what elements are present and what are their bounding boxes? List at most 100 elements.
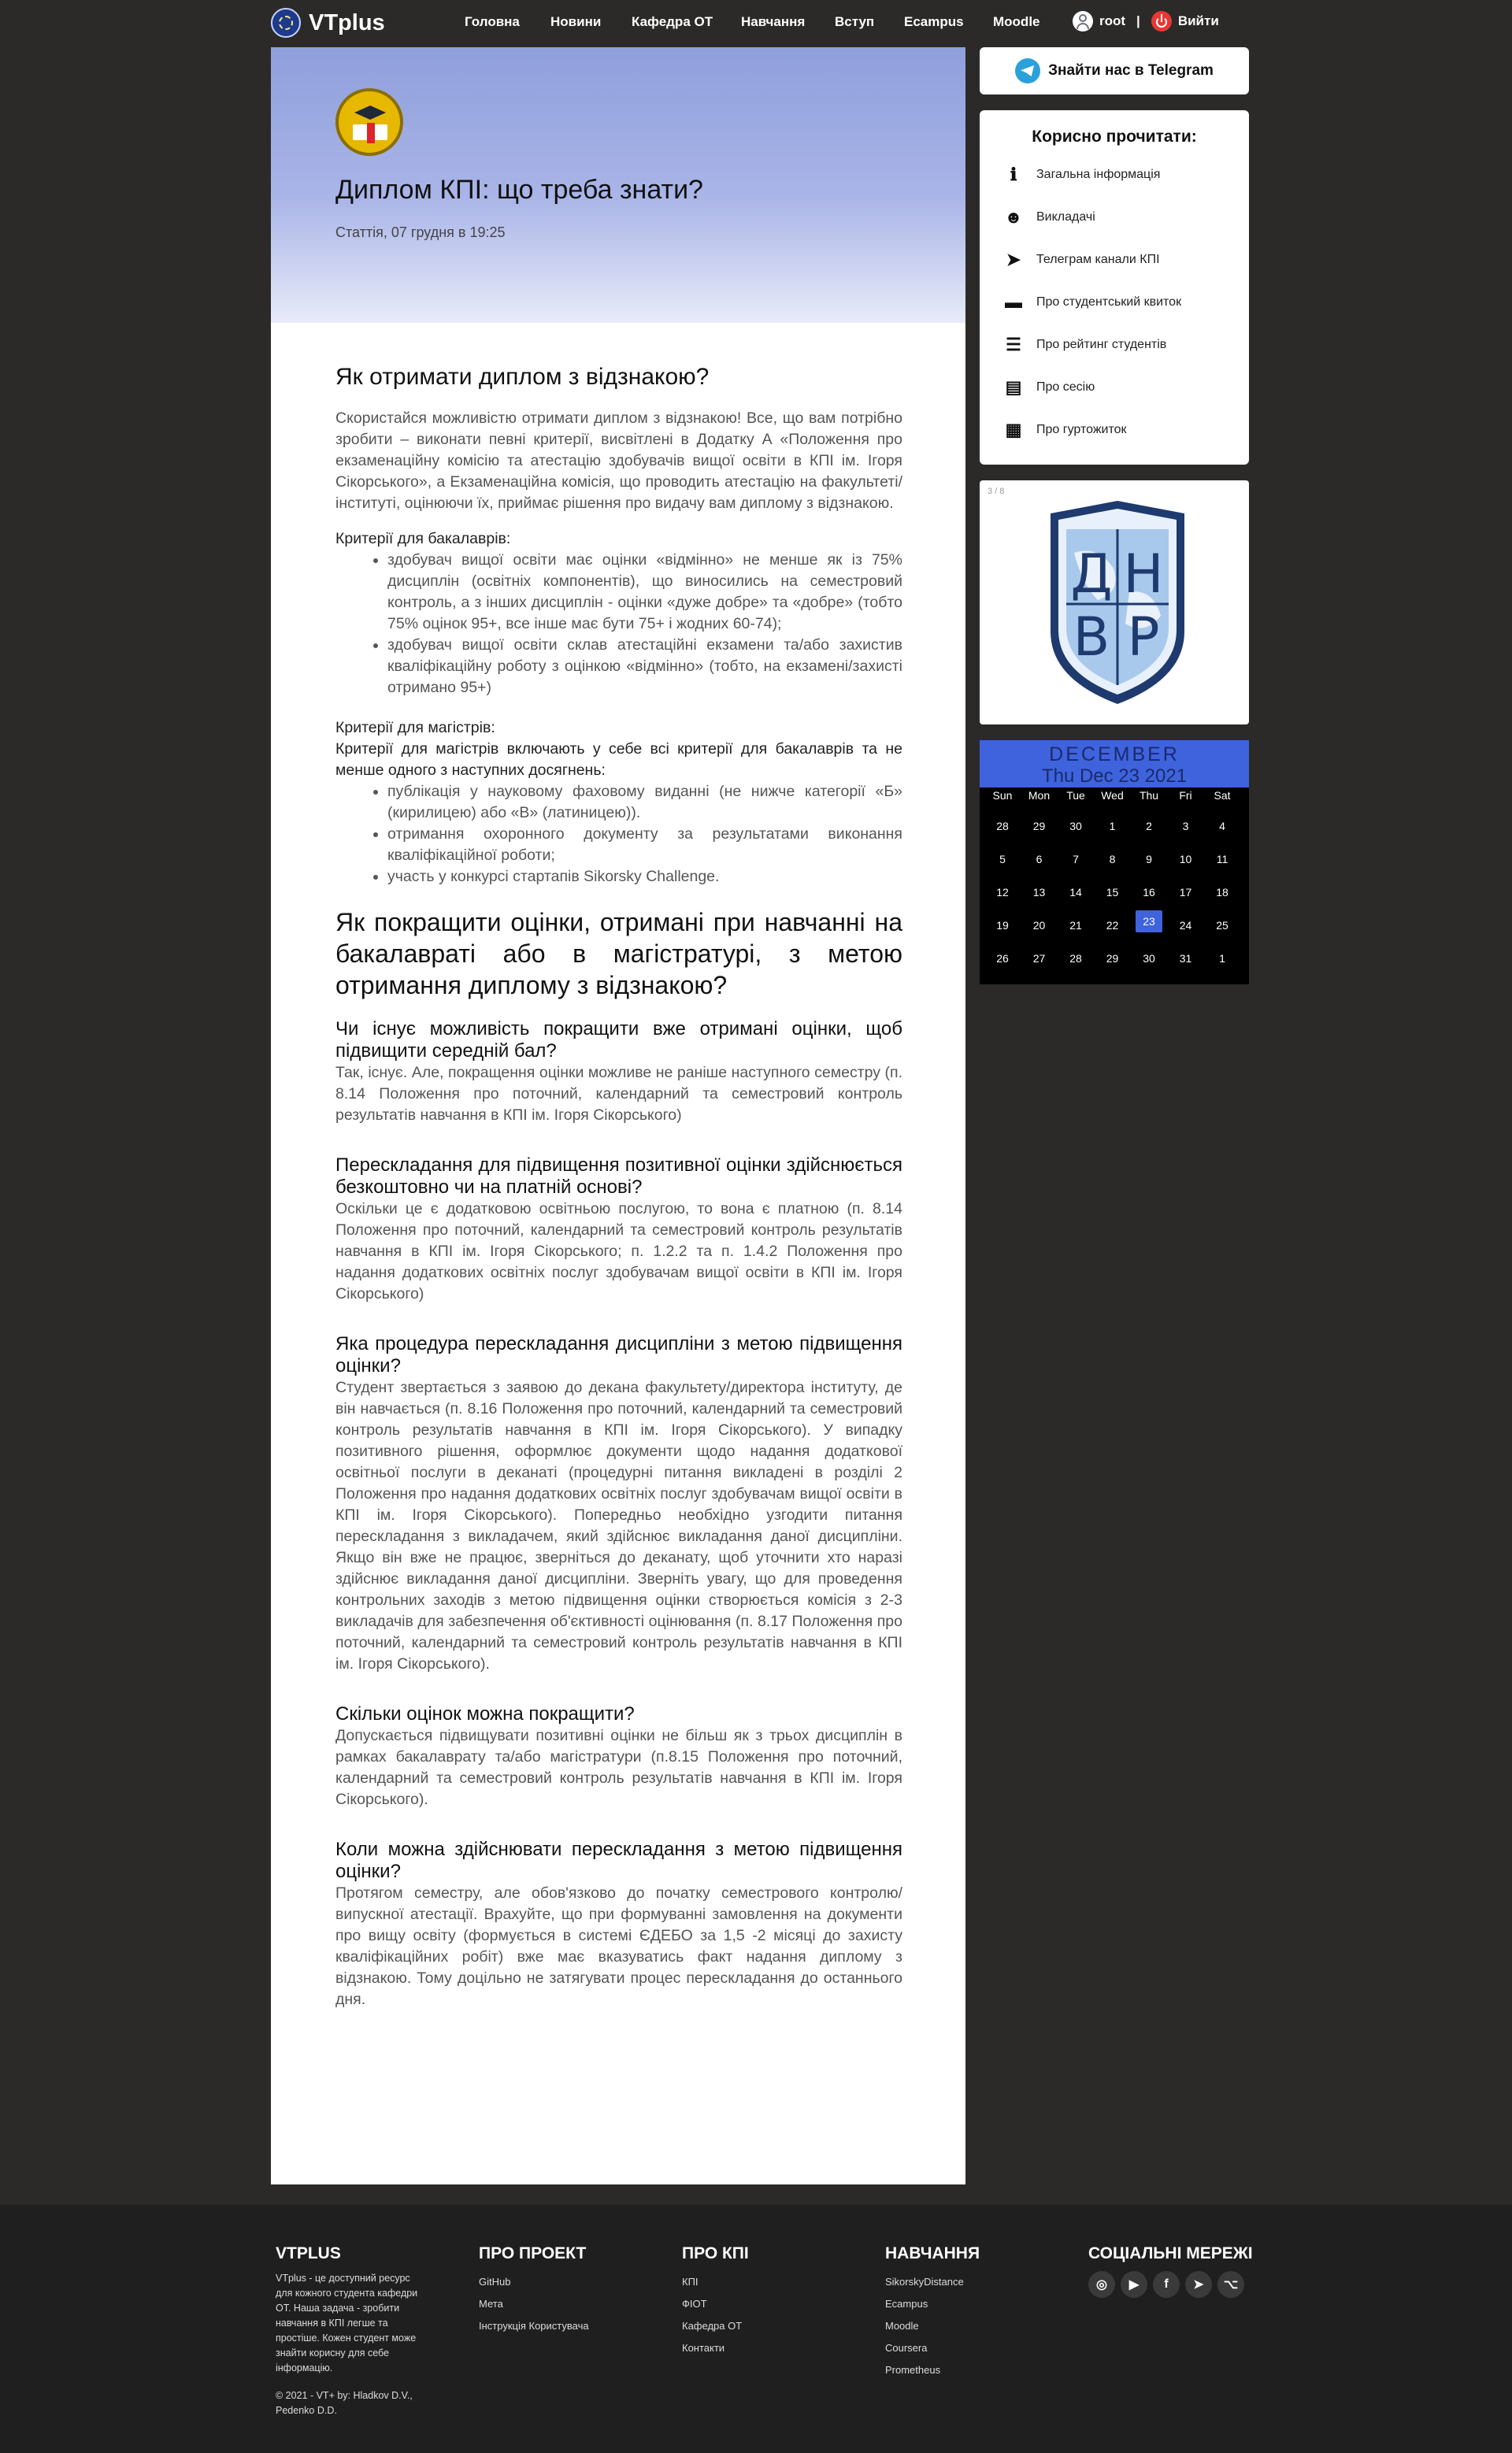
calendar-day[interactable]: 8 xyxy=(1098,849,1128,869)
calendar-day[interactable]: 7 xyxy=(1061,849,1091,869)
footer-link-github[interactable]: GitHub xyxy=(479,2271,636,2293)
footer-link-coursera[interactable]: Coursera xyxy=(885,2337,1043,2359)
calendar-day[interactable]: 4 xyxy=(1207,816,1237,836)
calendar-day[interactable]: 3 xyxy=(1171,816,1201,836)
calendar-day[interactable]: 27 xyxy=(1025,948,1054,969)
calendar-day[interactable]: 16 xyxy=(1134,882,1164,902)
nav-link-study[interactable]: Навчання xyxy=(741,14,805,30)
calendar-day[interactable]: 24 xyxy=(1171,915,1201,936)
nav-link-home[interactable]: Головна xyxy=(465,14,520,30)
calendar-day-today[interactable]: 23 xyxy=(1136,910,1162,932)
telegram-icon[interactable]: ➤ xyxy=(1185,2271,1212,2298)
calendar-day[interactable]: 30 xyxy=(1061,816,1091,836)
footer-link-ecampus[interactable]: Ecampus xyxy=(885,2293,1043,2315)
calendar-day[interactable]: 9 xyxy=(1134,849,1164,869)
calendar-day[interactable]: 6 xyxy=(1025,849,1054,869)
footer-link-manual[interactable]: Інструкція Користувача xyxy=(479,2315,636,2337)
emblem-letter: Д xyxy=(1070,543,1112,606)
image-slider[interactable]: 3 / 8 Д Н В Р xyxy=(980,480,1249,724)
youtube-icon[interactable]: ▶ xyxy=(1121,2271,1147,2298)
calendar-day[interactable]: 29 xyxy=(1098,948,1128,969)
nav-link-department[interactable]: Кафедра ОТ xyxy=(632,14,713,30)
calendar-day[interactable]: 20 xyxy=(1025,915,1054,936)
calendar-day[interactable]: 1 xyxy=(1098,816,1128,836)
calendar-day[interactable]: 25 xyxy=(1207,915,1237,936)
calendar-weekday: Tue xyxy=(1066,789,1085,802)
footer-link-kpi[interactable]: КПІ xyxy=(682,2271,839,2293)
calendar-day[interactable]: 11 xyxy=(1207,849,1237,869)
logout-link[interactable]: Вийти xyxy=(1178,13,1219,29)
instagram-icon[interactable]: ◎ xyxy=(1088,2271,1115,2298)
user-icon[interactable] xyxy=(1073,11,1093,31)
calendar-day[interactable]: 26 xyxy=(988,948,1017,969)
nav-link-news[interactable]: Новини xyxy=(550,14,601,30)
calendar-day[interactable]: 5 xyxy=(988,849,1017,869)
read-item-dormitory[interactable]: ▦ Про гуртожиток xyxy=(1003,420,1127,439)
list-item: отримання охоронного документу за резуль… xyxy=(387,824,902,866)
faq-item: Яка процедура перескладання дисципліни з… xyxy=(335,1333,902,1675)
power-icon[interactable] xyxy=(1151,11,1172,31)
master-criteria-title: Критерії для магістрів: xyxy=(335,719,495,736)
footer-link-department[interactable]: Кафедра ОТ xyxy=(682,2315,839,2337)
read-item-general[interactable]: ℹ Загальна інформація xyxy=(1003,165,1161,184)
footer-link-fiot[interactable]: ФІОТ xyxy=(682,2293,839,2315)
article-card: Диплом КПІ: що треба знати? Статтія, 07 … xyxy=(271,47,965,2184)
article-body: Як отримати диплом з відзнакою? Скориста… xyxy=(335,362,902,2039)
calendar-day[interactable]: 31 xyxy=(1171,948,1201,969)
footer-link-goal[interactable]: Мета xyxy=(479,2293,636,2315)
faq-item: Чи існує можливість покращити вже отрима… xyxy=(335,1018,902,1126)
brand-name[interactable]: VTplus xyxy=(309,10,385,36)
calendar-day[interactable]: 28 xyxy=(988,816,1017,836)
emblem-letter: Р xyxy=(1127,606,1159,669)
nav-link-moodle[interactable]: Moodle xyxy=(993,14,1040,30)
telegram-button-label: Знайти нас в Telegram xyxy=(1048,62,1214,79)
footer-link-moodle[interactable]: Moodle xyxy=(885,2315,1043,2337)
calendar-day[interactable]: 14 xyxy=(1061,882,1091,902)
read-item-rating[interactable]: ☰ Про рейтинг студентів xyxy=(1003,335,1166,354)
nav-link-admission[interactable]: Вступ xyxy=(835,14,874,30)
footer-study: НАВЧАННЯ SikorskyDistance Ecampus Moodle… xyxy=(885,2244,1043,2381)
user-menu: root | Вийти xyxy=(1073,11,1219,31)
nav-separator: | xyxy=(1136,13,1140,28)
calendar-day[interactable]: 10 xyxy=(1171,849,1201,869)
calendar-day[interactable]: 17 xyxy=(1171,882,1201,902)
read-item-teachers[interactable]: ☻ Викладачі xyxy=(1003,207,1095,227)
calendar-day[interactable]: 2 xyxy=(1134,816,1164,836)
footer-link-contacts[interactable]: Контакти xyxy=(682,2337,839,2359)
calendar-day[interactable]: 22 xyxy=(1098,915,1128,936)
nav-link-ecampus[interactable]: Ecampus xyxy=(904,14,964,30)
calendar-day[interactable]: 13 xyxy=(1025,882,1054,902)
calendar-day[interactable]: 28 xyxy=(1061,948,1091,969)
calendar-day[interactable]: 12 xyxy=(988,882,1017,902)
footer-link-prometheus[interactable]: Prometheus xyxy=(885,2359,1043,2381)
telegram-button[interactable]: Знайти нас в Telegram xyxy=(980,47,1249,94)
footer-study-title: НАВЧАННЯ xyxy=(885,2244,980,2262)
article-title: Диплом КПІ: що треба знати? xyxy=(335,175,703,205)
read-item-label: Про рейтинг студентів xyxy=(1036,338,1167,351)
username[interactable]: root xyxy=(1099,13,1125,29)
calendar-day[interactable]: 29 xyxy=(1025,816,1054,836)
dnvr-emblem-image: Д Н В Р xyxy=(1051,501,1184,704)
footer-link-sikorsky-distance[interactable]: SikorskyDistance xyxy=(885,2271,1043,2293)
read-item-telegram-channels[interactable]: ➤ Телеграм канали КПІ xyxy=(1003,250,1160,269)
calendar-day[interactable]: 30 xyxy=(1134,948,1164,969)
calendar-day[interactable]: 1 xyxy=(1207,948,1237,969)
telegram-icon xyxy=(1015,58,1041,83)
list-item: публікація у науковому фаховому виданні … xyxy=(387,781,902,824)
calendar-day[interactable]: 18 xyxy=(1207,882,1237,902)
list-icon: ☰ xyxy=(1006,335,1021,354)
calendar-day[interactable]: 19 xyxy=(988,915,1017,936)
faq-answer: Оскільки це є додатковою освітньою послу… xyxy=(335,1200,902,1302)
read-item-student-card[interactable]: ▬ Про студентський квиток xyxy=(1003,292,1181,312)
footer-kpi-title: ПРО КПІ xyxy=(682,2244,749,2262)
brand[interactable]: VTplus xyxy=(271,8,385,38)
github-icon[interactable]: ⌥ xyxy=(1217,2271,1244,2298)
read-item-session[interactable]: ▤ Про сесію xyxy=(1003,377,1095,397)
calendar-weekday: Sun xyxy=(992,789,1013,802)
calendar-day[interactable]: 15 xyxy=(1098,882,1128,902)
facebook-icon[interactable]: f xyxy=(1153,2271,1180,2298)
calendar-day[interactable]: 21 xyxy=(1061,915,1091,936)
heading-improve: Як покращити оцінки, отримані при навчан… xyxy=(335,908,902,999)
faq-answer: Допускається підвищувати позитивні оцінк… xyxy=(335,1727,902,1808)
read-item-label: Загальна інформація xyxy=(1036,168,1161,181)
